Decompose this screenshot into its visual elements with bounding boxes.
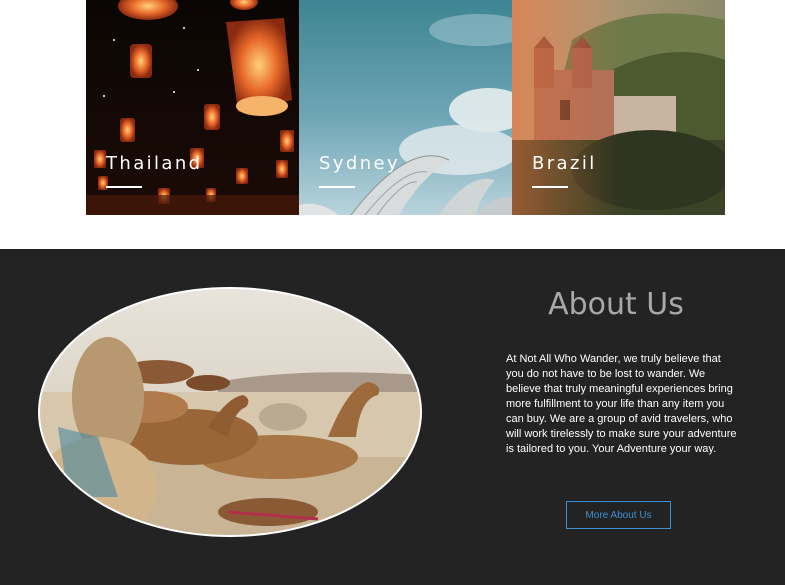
about-section: About Us At Not All Who Wander, we truly…	[0, 249, 785, 585]
label-underline	[319, 186, 355, 188]
destination-tile-brazil[interactable]: Brazil	[512, 0, 725, 215]
label-underline	[532, 186, 568, 188]
label-underline	[106, 186, 142, 188]
thailand-lanterns-image	[86, 0, 299, 215]
sydney-opera-house-image	[299, 0, 512, 215]
destination-label: Brazil	[532, 153, 597, 174]
brazil-church-image	[512, 0, 725, 215]
destination-tile-thailand[interactable]: Thailand	[86, 0, 299, 215]
destinations-gallery: Thailand Sydney Brazil	[86, 0, 725, 215]
about-title: About Us	[548, 287, 684, 322]
about-description: At Not All Who Wander, we truly believe …	[506, 353, 737, 455]
more-about-us-button[interactable]: More About Us	[566, 501, 671, 529]
destination-tile-sydney[interactable]: Sydney	[299, 0, 512, 215]
destination-label: Thailand	[106, 153, 203, 174]
camels-desert-image	[38, 287, 422, 537]
destination-label: Sydney	[319, 153, 401, 174]
